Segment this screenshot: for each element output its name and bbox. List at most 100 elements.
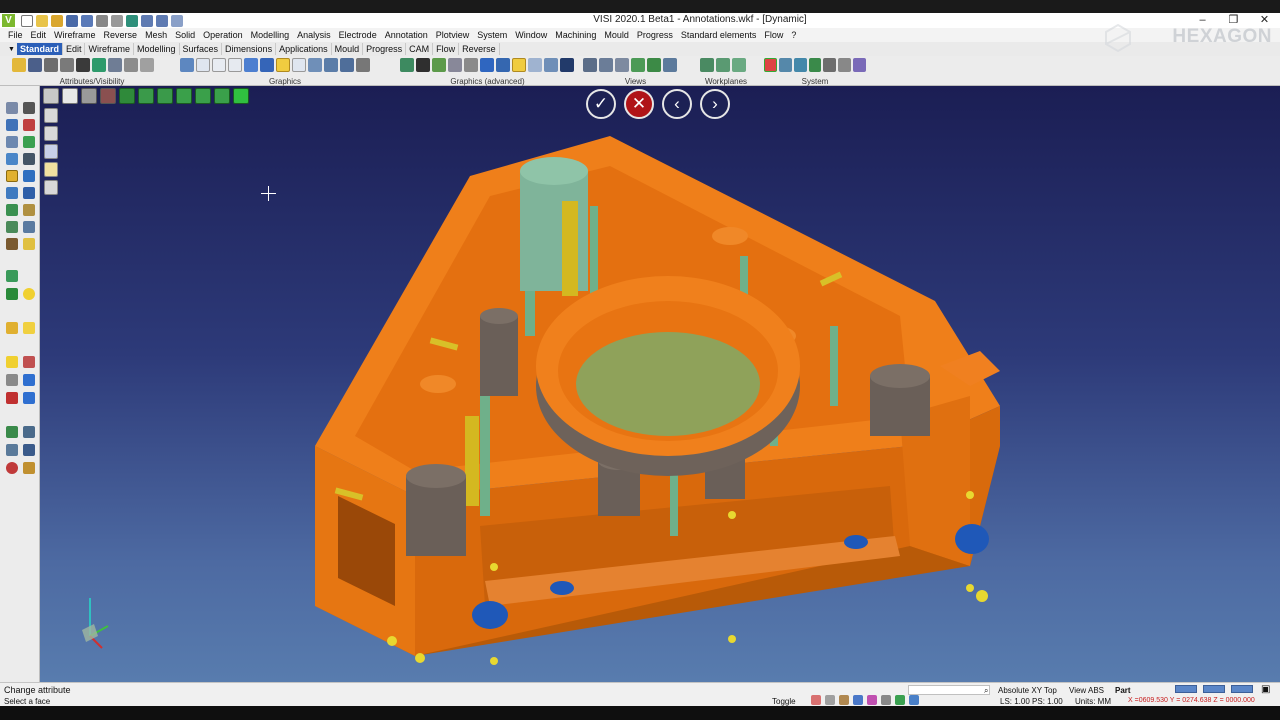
toggle-ortho-icon[interactable] <box>839 695 849 705</box>
tab-mould[interactable]: Mould <box>332 43 364 55</box>
filter-cube5-icon[interactable] <box>195 88 211 104</box>
blank-icon[interactable] <box>124 58 138 72</box>
render-active-icon[interactable] <box>276 58 290 72</box>
search-icon[interactable]: ⌕ <box>984 686 988 696</box>
status-layout-1-icon[interactable] <box>1175 685 1197 693</box>
mould-base-model[interactable] <box>310 126 1010 666</box>
regenerate-icon[interactable] <box>180 58 194 72</box>
pan-icon[interactable] <box>631 58 645 72</box>
blend-icon[interactable] <box>23 170 35 182</box>
menu-machining[interactable]: Machining <box>551 30 600 40</box>
menu-list-icon[interactable] <box>43 88 59 104</box>
move-icon[interactable] <box>6 136 18 148</box>
confirm-button[interactable]: ✓ <box>586 89 616 119</box>
zoom-window-icon[interactable] <box>615 58 629 72</box>
select-icon[interactable] <box>6 102 18 114</box>
view-previous-icon[interactable] <box>663 58 677 72</box>
lights-icon[interactable] <box>400 58 414 72</box>
table-icon[interactable] <box>823 58 837 72</box>
filter-icon[interactable] <box>92 58 106 72</box>
menu-window[interactable]: Window <box>511 30 551 40</box>
filter-cube6-icon[interactable] <box>214 88 230 104</box>
trim-icon[interactable] <box>23 119 35 131</box>
red-cube-icon[interactable] <box>6 392 18 404</box>
hide-icon[interactable] <box>44 58 58 72</box>
assembly-icon[interactable] <box>6 444 18 456</box>
mirror-icon[interactable] <box>6 204 18 216</box>
status-layout-3-icon[interactable] <box>1231 685 1253 693</box>
macro-icon[interactable] <box>853 58 866 72</box>
render-icon[interactable] <box>260 58 274 72</box>
rotate-icon[interactable] <box>6 187 18 199</box>
environment-icon[interactable] <box>432 58 446 72</box>
tab-standard[interactable]: Standard <box>16 43 63 55</box>
tab-edit[interactable]: Edit <box>63 43 86 55</box>
side-tool-3-icon[interactable] <box>44 144 58 159</box>
sketch-icon[interactable] <box>6 238 18 250</box>
menu-file[interactable]: File <box>4 30 27 40</box>
status-view-top[interactable]: Absolute XY Top <box>998 686 1057 695</box>
analysis-icon[interactable] <box>544 58 558 72</box>
filter-gray-icon[interactable] <box>81 88 97 104</box>
measure-icon[interactable] <box>23 153 35 165</box>
hidden-line-icon[interactable] <box>212 58 226 72</box>
layer-icon[interactable] <box>12 58 26 72</box>
toggle-layer-icon[interactable] <box>867 695 877 705</box>
colors-icon[interactable] <box>6 462 18 474</box>
shade-face-icon[interactable] <box>23 238 35 250</box>
shaded-edges-icon[interactable] <box>244 58 258 72</box>
menu-plotview[interactable]: Plotview <box>432 30 474 40</box>
tab-flow[interactable]: Flow <box>433 43 460 55</box>
workplane-origin-icon[interactable] <box>716 58 730 72</box>
menu-annotation[interactable]: Annotation <box>381 30 432 40</box>
side-tool-1-icon[interactable] <box>44 108 58 123</box>
body-icon[interactable] <box>6 374 18 386</box>
zoom-all-icon[interactable] <box>647 58 661 72</box>
menu-modelling[interactable]: Modelling <box>247 30 294 40</box>
face-select-icon[interactable] <box>6 356 18 368</box>
filter-cube-icon[interactable] <box>119 88 135 104</box>
zebra-icon[interactable] <box>528 58 542 72</box>
tab-modelling[interactable]: Modelling <box>134 43 180 55</box>
text-e-icon[interactable] <box>6 288 18 300</box>
toggle-help-icon[interactable] <box>853 695 863 705</box>
draft-icon[interactable] <box>480 58 494 72</box>
grid-icon[interactable] <box>793 58 807 72</box>
thickness-icon[interactable] <box>496 58 510 72</box>
wire-icon[interactable] <box>6 426 18 438</box>
filter-white-icon[interactable] <box>62 88 78 104</box>
tab-dimensions[interactable]: Dimensions <box>222 43 277 55</box>
view-rotate-icon[interactable] <box>599 58 613 72</box>
previous-button[interactable]: ‹ <box>662 89 692 119</box>
section-icon[interactable] <box>308 58 322 72</box>
info-icon[interactable] <box>6 221 18 233</box>
hole-icon[interactable] <box>23 221 35 233</box>
graphics-options-icon[interactable] <box>356 58 370 72</box>
menu-reverse[interactable]: Reverse <box>100 30 142 40</box>
solid-cube-icon[interactable] <box>23 392 35 404</box>
tab-wireframe[interactable]: Wireframe <box>85 43 134 55</box>
menu-standard-elements[interactable]: Standard elements <box>677 30 761 40</box>
menu-solid[interactable]: Solid <box>171 30 199 40</box>
menu-mesh[interactable]: Mesh <box>141 30 171 40</box>
texture-icon[interactable] <box>448 58 462 72</box>
menu-operation[interactable]: Operation <box>199 30 247 40</box>
menu-mould[interactable]: Mould <box>600 30 633 40</box>
globe-icon[interactable] <box>808 58 822 72</box>
config-icon[interactable] <box>838 58 852 72</box>
attribute-change-icon[interactable] <box>6 170 18 182</box>
menu-electrode[interactable]: Electrode <box>335 30 381 40</box>
filter-cube-green-icon[interactable] <box>233 88 249 104</box>
filter-cube4-icon[interactable] <box>176 88 192 104</box>
menu-analysis[interactable]: Analysis <box>293 30 335 40</box>
toggle-list-icon[interactable] <box>881 695 891 705</box>
side-tool-4-icon[interactable] <box>44 162 58 177</box>
blue-cube-icon[interactable] <box>23 374 35 386</box>
transparency-icon[interactable] <box>292 58 306 72</box>
tab-reverse[interactable]: Reverse <box>459 43 500 55</box>
wireframe-view-icon[interactable] <box>196 58 210 72</box>
status-part[interactable]: Part <box>1115 686 1131 695</box>
color-palette-icon[interactable] <box>764 58 777 72</box>
menu-progress[interactable]: Progress <box>633 30 677 40</box>
status-view-abs[interactable]: View ABS <box>1069 686 1104 695</box>
